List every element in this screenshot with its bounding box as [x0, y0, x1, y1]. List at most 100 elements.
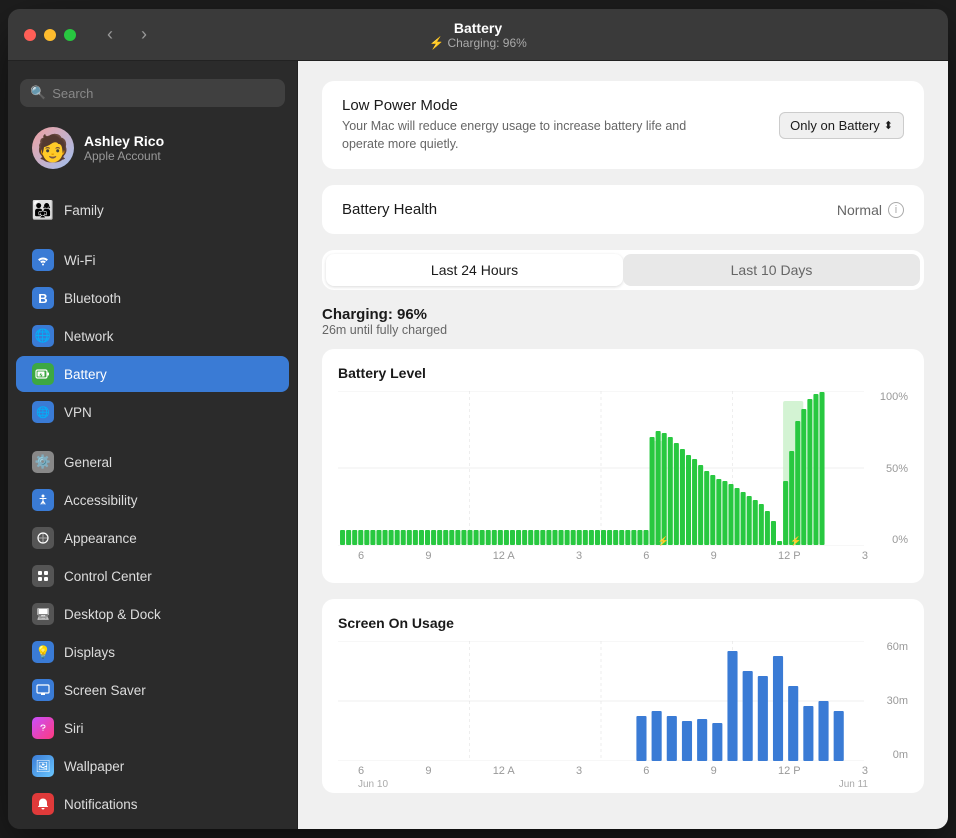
sidebar-label-notifications: Notifications: [64, 797, 138, 812]
sidebar-label-wallpaper: Wallpaper: [64, 759, 124, 774]
low-power-left: Low Power Mode Your Mac will reduce ener…: [342, 97, 712, 153]
displays-icon: 💡: [32, 641, 54, 663]
battery-bars-svg: ⚡ ⚡: [338, 391, 864, 546]
battery-health-value: Normal i: [837, 202, 904, 218]
sidebar-label-bluetooth: Bluetooth: [64, 291, 121, 306]
network-icon: 🌐: [32, 325, 54, 347]
sidebar-label-battery: Battery: [64, 367, 107, 382]
search-input[interactable]: [52, 86, 275, 101]
sidebar-label-appearance: Appearance: [64, 531, 137, 546]
sidebar-item-wallpaper[interactable]: 🖼 Wallpaper: [16, 748, 289, 784]
user-account-label: Apple Account: [84, 149, 164, 163]
low-power-card: Low Power Mode Your Mac will reduce ener…: [322, 81, 924, 169]
battery-level-chart: ⚡ ⚡ 6 9 12 A 3 6 9 12 P 3: [338, 391, 908, 571]
titlebar-nav: ‹ ›: [96, 21, 158, 49]
charging-percentage: Charging: 96%: [322, 306, 924, 323]
sidebar-label-desktop: Desktop & Dock: [64, 607, 161, 622]
close-button[interactable]: [24, 29, 36, 41]
main-window: ‹ › Battery ⚡ Charging: 96% 🔍 🧑 A: [8, 9, 948, 829]
bluetooth-icon: B: [32, 287, 54, 309]
avatar: 🧑: [32, 127, 74, 169]
sidebar-label-vpn: VPN: [64, 405, 92, 420]
sidebar: 🔍 🧑 Ashley Rico Apple Account 👨‍👩‍👧 Fami…: [8, 61, 298, 829]
sidebar-label-screensaver: Screen Saver: [64, 683, 146, 698]
battery-health-card: Battery Health Normal i: [322, 185, 924, 234]
sidebar-item-network[interactable]: 🌐 Network: [16, 318, 289, 354]
appearance-icon: [32, 527, 54, 549]
screen-bars-svg: [338, 641, 864, 761]
wifi-icon: [32, 249, 54, 271]
siri-icon: [32, 717, 54, 739]
screen-usage-title: Screen On Usage: [338, 615, 908, 631]
battery-icon: [32, 363, 54, 385]
battery-level-title: Battery Level: [338, 365, 908, 381]
general-icon: ⚙️: [32, 451, 54, 473]
sidebar-item-bluetooth[interactable]: B Bluetooth: [16, 280, 289, 316]
sidebar-item-screensaver[interactable]: Screen Saver: [16, 672, 289, 708]
sidebar-item-displays[interactable]: 💡 Displays: [16, 634, 289, 670]
family-icon: 👨‍👩‍👧: [32, 199, 54, 221]
sidebar-label-wifi: Wi-Fi: [64, 253, 95, 268]
battery-panel: Low Power Mode Your Mac will reduce ener…: [298, 61, 948, 829]
titlebar: ‹ › Battery ⚡ Charging: 96%: [8, 9, 948, 61]
sidebar-label-network: Network: [64, 329, 114, 344]
screen-usage-chart-section: Screen On Usage: [322, 599, 924, 793]
charging-info: Charging: 96% 26m until fully charged: [322, 306, 924, 337]
sidebar-item-accessibility[interactable]: Accessibility: [16, 482, 289, 518]
battery-level-chart-section: Battery Level: [322, 349, 924, 583]
sidebar-label-displays: Displays: [64, 645, 115, 660]
chevron-updown-icon: ⬍: [884, 119, 893, 132]
sidebar-item-battery[interactable]: Battery: [16, 356, 289, 392]
sidebar-item-wifi[interactable]: Wi-Fi: [16, 242, 289, 278]
user-info: Ashley Rico Apple Account: [84, 133, 164, 163]
notifications-icon: [32, 793, 54, 815]
sidebar-label-siri: Siri: [64, 721, 84, 736]
titlebar-subtitle: ⚡ Charging: 96%: [429, 36, 527, 50]
time-selector: Last 24 Hours Last 10 Days: [322, 250, 924, 290]
screen-usage-chart: 6 9 12 A 3 6 9 12 P 3 Jun 10 Jun 11: [338, 641, 908, 781]
controlcenter-icon: [32, 565, 54, 587]
accessibility-icon: [32, 489, 54, 511]
battery-health-status: Normal: [837, 202, 882, 218]
sidebar-item-desktop[interactable]: 🖥 Desktop & Dock: [16, 596, 289, 632]
last-10d-button[interactable]: Last 10 Days: [623, 254, 920, 286]
back-button[interactable]: ‹: [96, 21, 124, 49]
sidebar-item-appearance[interactable]: Appearance: [16, 520, 289, 556]
sidebar-label-controlcenter: Control Center: [64, 569, 152, 584]
svg-text:⚡: ⚡: [658, 535, 669, 546]
user-profile[interactable]: 🧑 Ashley Rico Apple Account: [16, 119, 289, 177]
low-power-option: Only on Battery: [790, 118, 880, 133]
forward-button[interactable]: ›: [130, 21, 158, 49]
vpn-icon: 🌐: [32, 401, 54, 423]
search-box[interactable]: 🔍: [20, 79, 285, 107]
main-content: 🔍 🧑 Ashley Rico Apple Account 👨‍👩‍👧 Fami…: [8, 61, 948, 829]
battery-x-labels: 6 9 12 A 3 6 9 12 P 3: [338, 546, 908, 562]
sidebar-item-vpn[interactable]: 🌐 VPN: [16, 394, 289, 430]
info-icon[interactable]: i: [888, 202, 904, 218]
screen-x-sublabels: Jun 10 Jun 11: [338, 777, 908, 790]
screensaver-icon: [32, 679, 54, 701]
maximize-button[interactable]: [64, 29, 76, 41]
low-power-select[interactable]: Only on Battery ⬍: [779, 112, 904, 139]
sidebar-item-notifications[interactable]: Notifications: [16, 786, 289, 822]
screen-y-labels: 60m 30m 0m: [868, 641, 908, 761]
screen-x-labels: 6 9 12 A 3 6 9 12 P 3: [338, 761, 908, 777]
search-container: 🔍: [8, 73, 297, 117]
last-24h-button[interactable]: Last 24 Hours: [326, 254, 623, 286]
sidebar-label-general: General: [64, 455, 112, 470]
wallpaper-icon: 🖼: [32, 755, 54, 777]
search-icon: 🔍: [30, 85, 46, 101]
desktop-icon: 🖥: [32, 603, 54, 625]
minimize-button[interactable]: [44, 29, 56, 41]
sidebar-item-general[interactable]: ⚙️ General: [16, 444, 289, 480]
titlebar-title: Battery: [429, 20, 527, 36]
user-name: Ashley Rico: [84, 133, 164, 149]
charging-time: 26m until fully charged: [322, 323, 924, 337]
sidebar-label-family: Family: [64, 203, 104, 218]
sidebar-item-controlcenter[interactable]: Control Center: [16, 558, 289, 594]
svg-text:⚡: ⚡: [790, 535, 801, 546]
sidebar-item-siri[interactable]: Siri: [16, 710, 289, 746]
sidebar-item-family[interactable]: 👨‍👩‍👧 Family: [16, 192, 289, 228]
sidebar-label-accessibility: Accessibility: [64, 493, 138, 508]
battery-health-label: Battery Health: [342, 201, 437, 218]
